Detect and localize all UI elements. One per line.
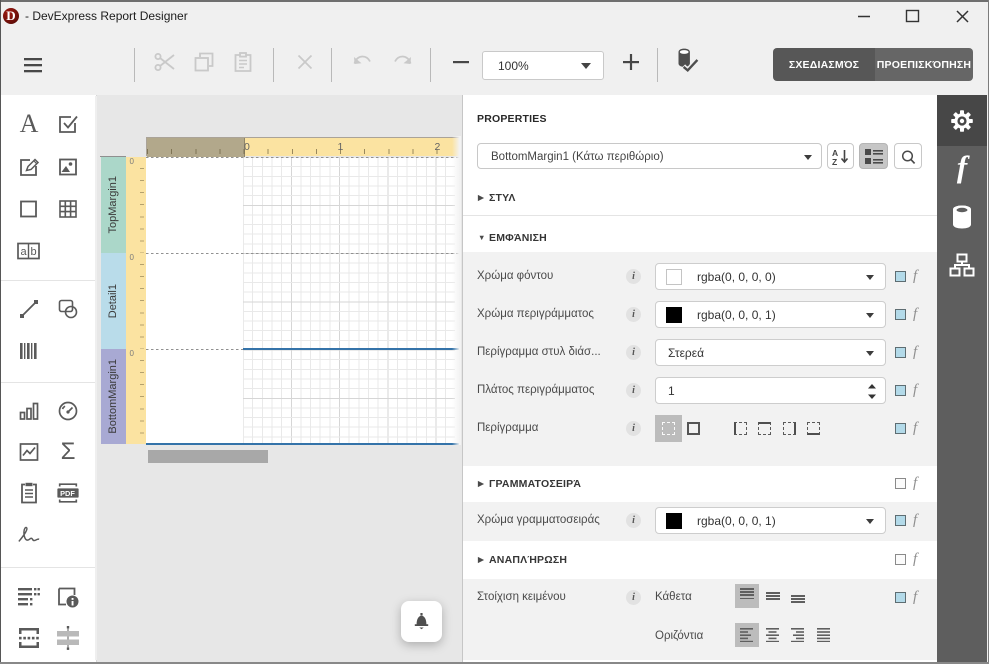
svg-text:b: b [31,246,37,258]
svg-text:Z: Z [832,157,837,166]
svg-text:a: a [21,246,28,258]
svg-text:PDF: PDF [60,489,75,498]
